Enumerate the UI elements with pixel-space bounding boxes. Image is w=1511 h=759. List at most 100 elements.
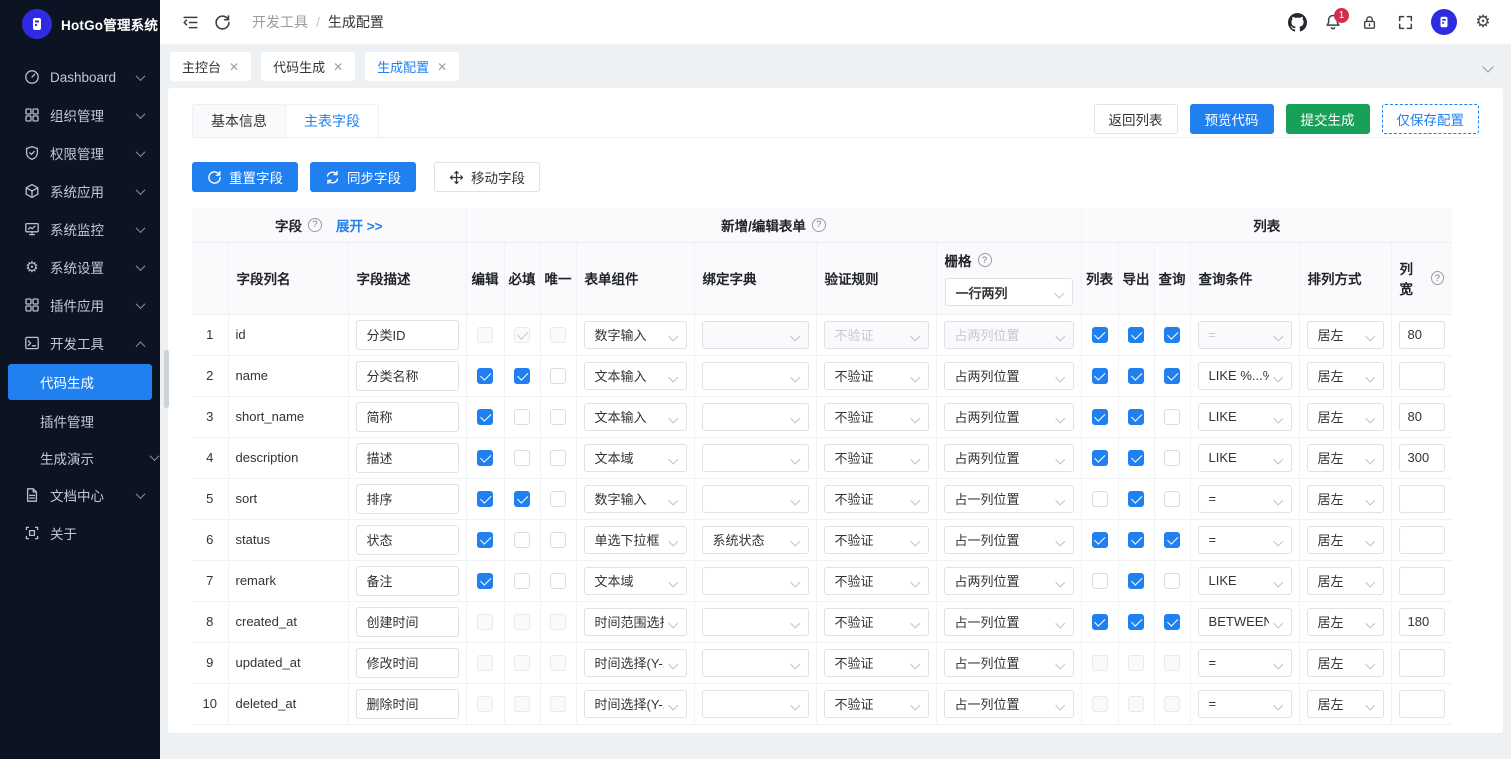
sidebar-item-settings[interactable]: ⚙ 系统设置	[0, 248, 160, 286]
sidebar-item-docs[interactable]: 文档中心	[0, 476, 160, 514]
sidebar-item-about[interactable]: 关于	[0, 514, 160, 552]
align-select[interactable]: 居左	[1306, 361, 1384, 390]
unique-checkbox[interactable]	[550, 326, 567, 343]
validation-rule-select[interactable]: 不验证	[823, 484, 929, 513]
column-width-input[interactable]	[1398, 443, 1445, 472]
unique-checkbox[interactable]	[550, 572, 567, 589]
edit-checkbox[interactable]	[477, 367, 494, 384]
refresh-icon[interactable]	[206, 6, 238, 38]
help-icon[interactable]: ?	[977, 253, 992, 267]
unique-checkbox[interactable]	[550, 695, 567, 712]
edit-checkbox[interactable]	[477, 695, 494, 712]
notifications-bell-icon[interactable]: 1	[1317, 6, 1349, 38]
validation-rule-select[interactable]: 不验证	[823, 689, 929, 718]
validation-rule-select[interactable]: 不验证	[823, 525, 929, 554]
grid-layout-select[interactable]: 一行两列	[944, 278, 1073, 306]
form-component-select[interactable]: 文本域	[583, 566, 687, 595]
required-checkbox[interactable]	[514, 613, 531, 630]
提交生成-button[interactable]: 提交生成	[1285, 104, 1370, 134]
grid-position-select[interactable]: 占一列位置	[943, 607, 1074, 636]
dict-bind-select[interactable]	[701, 320, 809, 349]
list-checkbox[interactable]	[1091, 326, 1108, 343]
align-select[interactable]: 居左	[1306, 402, 1384, 431]
column-width-input[interactable]	[1398, 525, 1445, 554]
form-component-select[interactable]: 时间选择(Y-...	[583, 648, 687, 677]
unique-checkbox[interactable]	[550, 449, 567, 466]
required-checkbox[interactable]	[514, 449, 531, 466]
validation-rule-select[interactable]: 不验证	[823, 566, 929, 595]
dict-bind-select[interactable]	[701, 361, 809, 390]
edit-checkbox[interactable]	[477, 531, 494, 548]
edit-checkbox[interactable]	[477, 613, 494, 630]
query-condition-select[interactable]: =	[1197, 484, 1292, 513]
sidebar-scrollbar[interactable]	[164, 350, 169, 408]
unique-checkbox[interactable]	[550, 408, 567, 425]
validation-rule-select[interactable]: 不验证	[823, 443, 929, 472]
预览代码-button[interactable]: 预览代码	[1189, 104, 1274, 134]
sidebar-subitem-gen-demo[interactable]: 生成演示	[0, 439, 160, 476]
tab-基本信息[interactable]: 基本信息	[192, 104, 286, 137]
export-checkbox[interactable]	[1128, 408, 1145, 425]
column-width-input[interactable]	[1398, 320, 1445, 349]
edit-checkbox[interactable]	[477, 572, 494, 589]
list-checkbox[interactable]	[1091, 613, 1108, 630]
align-select[interactable]: 居左	[1306, 443, 1384, 472]
grid-position-select[interactable]: 占两列位置	[943, 402, 1074, 431]
validation-rule-select[interactable]: 不验证	[823, 648, 929, 677]
移动字段-button[interactable]: 移动字段	[434, 162, 540, 192]
dict-bind-select[interactable]	[701, 648, 809, 677]
required-checkbox[interactable]	[514, 654, 531, 671]
form-component-select[interactable]: 时间范围选择	[583, 607, 687, 636]
query-checkbox[interactable]	[1164, 695, 1181, 712]
sidebar-item-devtools[interactable]: 开发工具	[0, 324, 160, 362]
dict-bind-select[interactable]	[701, 689, 809, 718]
dict-bind-select[interactable]: 系统状态	[701, 525, 809, 554]
list-checkbox[interactable]	[1091, 695, 1108, 712]
export-checkbox[interactable]	[1128, 613, 1145, 630]
align-select[interactable]: 居左	[1306, 484, 1384, 513]
grid-position-select[interactable]: 占两列位置	[943, 566, 1074, 595]
query-condition-select[interactable]: BETWEEN	[1197, 607, 1292, 636]
field-desc-input[interactable]	[355, 565, 459, 596]
logo[interactable]: HotGo管理系统	[0, 0, 160, 48]
align-select[interactable]: 居左	[1306, 689, 1384, 718]
expand-fields-link[interactable]: 展开 >>	[336, 215, 383, 235]
form-component-select[interactable]: 文本输入	[583, 361, 687, 390]
required-checkbox[interactable]	[514, 531, 531, 548]
form-component-select[interactable]: 数字输入	[583, 484, 687, 513]
list-checkbox[interactable]	[1091, 367, 1108, 384]
sidebar-subitem-plugin-manage[interactable]: 插件管理	[0, 402, 160, 439]
column-width-input[interactable]	[1398, 689, 1445, 718]
edit-checkbox[interactable]	[477, 654, 494, 671]
query-checkbox[interactable]	[1164, 613, 1181, 630]
tabs-dropdown-button[interactable]	[1475, 60, 1501, 73]
query-checkbox[interactable]	[1164, 572, 1181, 589]
重置字段-button[interactable]: 重置字段	[192, 162, 298, 192]
close-icon[interactable]: ✕	[229, 61, 239, 73]
form-component-select[interactable]: 文本输入	[583, 402, 687, 431]
export-checkbox[interactable]	[1128, 572, 1145, 589]
unique-checkbox[interactable]	[550, 654, 567, 671]
close-icon[interactable]: ✕	[437, 61, 447, 73]
validation-rule-select[interactable]: 不验证	[823, 402, 929, 431]
collapse-sidebar-icon[interactable]	[174, 6, 206, 38]
unique-checkbox[interactable]	[550, 367, 567, 384]
column-width-input[interactable]	[1398, 607, 1445, 636]
sidebar-item-org[interactable]: 组织管理	[0, 96, 160, 134]
required-checkbox[interactable]	[514, 490, 531, 507]
grid-position-select[interactable]: 占两列位置	[943, 443, 1074, 472]
export-checkbox[interactable]	[1128, 326, 1145, 343]
unique-checkbox[interactable]	[550, 531, 567, 548]
query-condition-select[interactable]: =	[1197, 525, 1292, 554]
column-width-input[interactable]	[1398, 648, 1445, 677]
column-width-input[interactable]	[1398, 402, 1445, 431]
help-icon[interactable]: ?	[811, 217, 826, 232]
list-checkbox[interactable]	[1091, 572, 1108, 589]
field-desc-input[interactable]	[355, 647, 459, 678]
list-checkbox[interactable]	[1091, 490, 1108, 507]
align-select[interactable]: 居左	[1306, 648, 1384, 677]
grid-position-select[interactable]: 占两列位置	[943, 361, 1074, 390]
list-checkbox[interactable]	[1091, 531, 1108, 548]
form-component-select[interactable]: 单选下拉框	[583, 525, 687, 554]
help-icon[interactable]: ?	[1430, 271, 1445, 285]
